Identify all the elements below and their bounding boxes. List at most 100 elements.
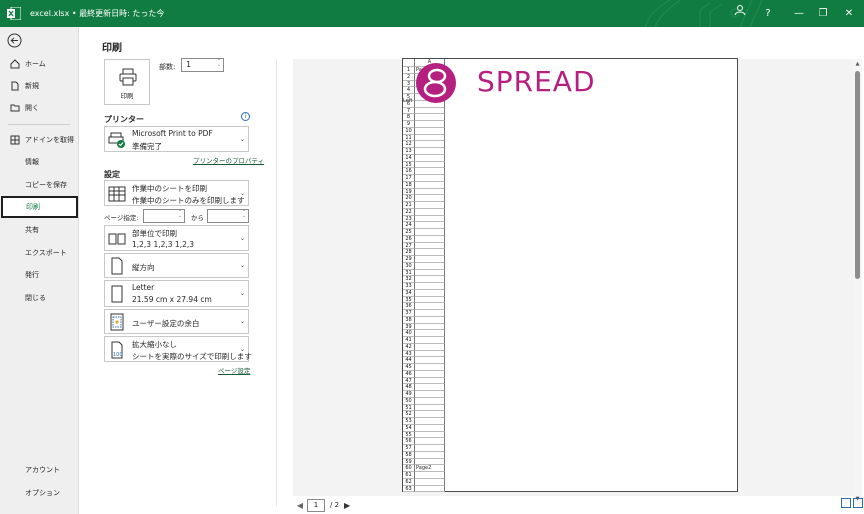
sidebar-item-label: 共有 (25, 226, 39, 234)
settings-section-heading: 設定 (104, 170, 120, 179)
sidebar-item-account[interactable]: アカウント (0, 459, 79, 481)
table-row: 50 (403, 397, 445, 405)
row-number: 57 (403, 445, 415, 452)
close-button[interactable]: ✕ (837, 4, 861, 23)
zoom-to-page-icon[interactable] (853, 498, 863, 508)
table-cell (415, 249, 445, 256)
table-cell (415, 377, 445, 385)
preview-scrollbar[interactable]: ▲ ▼ (853, 59, 862, 505)
copies-stepper[interactable]: 1 ˄ ˅ (181, 58, 224, 72)
sidebar-item-label: エクスポート (25, 249, 67, 257)
collation-select[interactable]: 部単位で印刷 1,2,3 1,2,3 1,2,3 ⌄ (104, 225, 249, 251)
printer-select[interactable]: Microsoft Print to PDF 準備完了 ⌄ (104, 126, 249, 152)
chevron-down-icon: ⌄ (239, 190, 245, 197)
sidebar-item-addins[interactable]: アドインを取得 (0, 129, 79, 151)
table-cell (415, 148, 445, 155)
excel-logo-icon (7, 7, 21, 20)
sidebar-item-open[interactable]: 開く (0, 97, 79, 119)
table-cell (415, 438, 445, 445)
row-number: 37 (403, 310, 415, 317)
table-row: 20 (403, 195, 445, 202)
info-icon[interactable]: i (241, 112, 250, 121)
sidebar-item-export[interactable]: エクスポート (0, 242, 79, 264)
row-number: 50 (403, 397, 415, 405)
page-setup-link[interactable]: ページ設定 (218, 365, 250, 375)
restore-button[interactable]: ❐ (811, 4, 835, 23)
help-button[interactable]: ? (756, 4, 780, 23)
table-cell (415, 303, 445, 310)
portrait-icon (111, 257, 123, 275)
sidebar-item-new[interactable]: 新規 (0, 75, 79, 97)
table-row: 46 (403, 370, 445, 378)
page-navigator: ◀ 1 / 2 ▶ (295, 498, 352, 512)
spin-down-icon[interactable]: ˅ (177, 216, 183, 222)
scaling-line2: シートを実際のサイズで印刷します (132, 352, 252, 361)
row-number: 3 (403, 80, 415, 88)
table-row: 36 (403, 303, 445, 310)
next-page-icon[interactable]: ▶ (342, 501, 352, 510)
table-cell (415, 370, 445, 378)
show-margins-icon[interactable] (841, 498, 851, 508)
table-cell (415, 188, 445, 196)
row-number: 58 (403, 451, 415, 459)
spin-down-icon[interactable]: ˅ (216, 65, 222, 71)
row-number: 51 (403, 404, 415, 412)
margins-select[interactable]: ユーザー設定の余白 ⌄ (104, 309, 249, 334)
sidebar-item-home[interactable]: ホーム (0, 53, 79, 75)
row-number: 24 (403, 222, 415, 229)
print-scope-select[interactable]: 作業中のシートを印刷 作業中のシートのみを印刷します ⌄ (104, 180, 249, 206)
minimize-button[interactable]: — (787, 4, 811, 23)
table-cell (415, 404, 445, 412)
scroll-up-icon[interactable]: ▲ (854, 61, 861, 67)
row-number: 63 (403, 485, 415, 493)
corner-cell (403, 59, 415, 67)
sidebar-divider (8, 124, 70, 125)
table-cell (415, 316, 445, 324)
sidebar-item-label: 印刷 (26, 203, 40, 211)
orientation-select[interactable]: 縦方向 ⌄ (104, 253, 249, 278)
scaling-select[interactable]: 100 拡大縮小なし シートを実際のサイズで印刷します ⌄ (104, 336, 252, 362)
table-row: 37 (403, 310, 445, 317)
margins-value: ユーザー設定の余白 (132, 319, 200, 328)
sidebar-item-options[interactable]: オプション (0, 482, 79, 504)
back-arrow-icon[interactable] (7, 33, 22, 48)
sidebar-item-share[interactable]: 共有 (0, 219, 79, 241)
paper-size-select[interactable]: Letter 21.59 cm x 27.94 cm ⌄ (104, 280, 249, 307)
grid-icon (10, 135, 20, 145)
window-title: excel.xlsx • 最終更新日時: たった今 (30, 9, 165, 18)
table-cell (415, 418, 445, 425)
table-cell (415, 485, 445, 493)
sidebar-item-print[interactable]: 印刷 (1, 196, 78, 218)
table-row: 62 (403, 478, 445, 486)
sidebar-item-save-copy[interactable]: コピーを保存 (0, 174, 79, 196)
table-row: 48 (403, 384, 445, 391)
table-row: 23 (403, 215, 445, 223)
margins-icon (110, 313, 124, 331)
table-cell (415, 222, 445, 229)
row-number: 43 (403, 350, 415, 358)
scrollbar-thumb[interactable] (855, 71, 860, 279)
printer-section-heading: プリンター (104, 115, 144, 124)
panel-divider (276, 59, 277, 506)
row-number: 11 (403, 134, 415, 142)
previous-page-icon[interactable]: ◀ (295, 501, 305, 510)
sidebar-item-close[interactable]: 閉じる (0, 287, 79, 309)
sidebar-item-label: オプション (25, 489, 60, 497)
table-cell (415, 323, 445, 331)
printer-properties-link[interactable]: プリンターのプロパティ (193, 155, 264, 165)
total-pages: / 2 (330, 501, 340, 509)
row-number: 62 (403, 478, 415, 486)
row-number: 46 (403, 370, 415, 378)
sidebar-item-info[interactable]: 情報 (0, 151, 79, 173)
print-button[interactable]: 印刷 (104, 59, 150, 105)
title-bar: excel.xlsx • 最終更新日時: たった今 ? — ❐ ✕ (0, 0, 864, 27)
table-row: 16 (403, 168, 445, 175)
table-row: 11 (403, 134, 445, 142)
page-range-from-input[interactable]: ˄ ˅ (143, 209, 185, 223)
current-page-input[interactable]: 1 (307, 498, 325, 512)
coauthor-icon[interactable] (728, 4, 752, 23)
sidebar-item-publish[interactable]: 発行 (0, 264, 79, 286)
table-cell (415, 451, 445, 459)
spin-down-icon[interactable]: ˅ (241, 216, 247, 222)
page-range-to-input[interactable]: ˄ ˅ (207, 209, 249, 223)
